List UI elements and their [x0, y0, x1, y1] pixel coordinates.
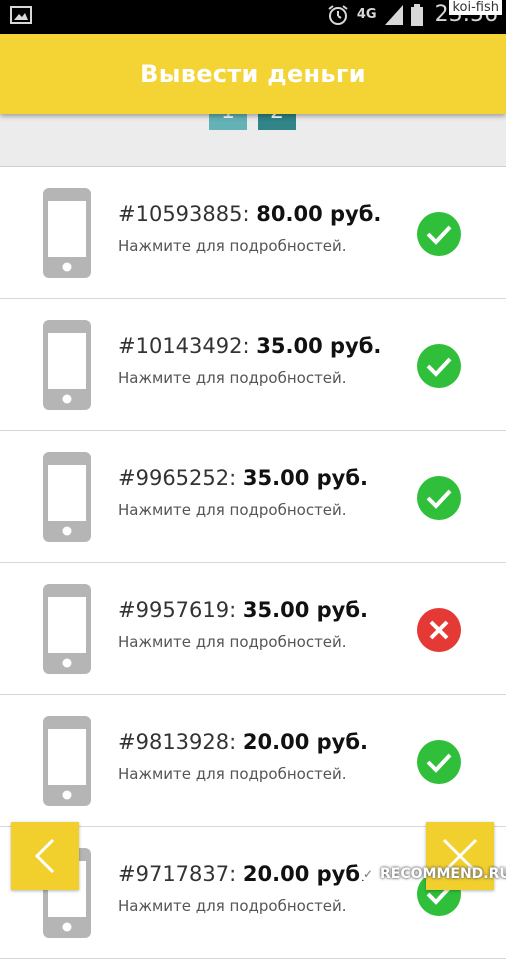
back-button[interactable] — [11, 822, 79, 890]
withdrawal-id: #10143492 — [118, 334, 243, 358]
withdrawal-hint: Нажмите для подробностей. — [118, 765, 347, 783]
withdrawal-title: #9813928: 20.00 руб. — [118, 730, 368, 754]
app-header: Вывести деньги — [0, 34, 506, 114]
network-label: 4G — [356, 7, 377, 22]
watermark-logo-icon: ✓ — [360, 866, 376, 882]
signal-icon — [384, 4, 403, 25]
chevron-left-icon — [34, 838, 55, 874]
withdrawal-amount: 35.00 руб. — [256, 334, 382, 358]
withdrawal-hint: Нажмите для подробностей. — [118, 633, 347, 651]
withdrawal-amount: 35.00 руб. — [242, 598, 368, 622]
withdrawal-amount: 20.00 руб. — [242, 730, 368, 754]
withdrawal-title: #10593885: 80.00 руб. — [118, 202, 382, 226]
watermark-text: RECOMMEND.RU — [380, 866, 506, 882]
phone-icon — [42, 583, 92, 675]
withdrawal-amount: 20.00 руб. — [242, 862, 368, 886]
withdrawal-id: #9813928 — [118, 730, 230, 754]
withdrawal-title: #9717837: 20.00 руб. — [118, 862, 368, 886]
withdrawal-amount: 80.00 руб. — [256, 202, 382, 226]
watermark-top: koi-fish — [449, 0, 502, 15]
withdrawal-id: #9957619 — [118, 598, 230, 622]
phone-icon — [42, 319, 92, 411]
status-bar: 4G 23:56 koi-fish — [0, 0, 506, 34]
checkmark-icon — [416, 211, 462, 257]
withdrawal-hint: Нажмите для подробностей. — [118, 501, 347, 519]
withdrawal-title: #10143492: 35.00 руб. — [118, 334, 382, 358]
phone-icon — [42, 451, 92, 543]
checkmark-icon — [416, 739, 462, 785]
withdrawal-id: #9717837 — [118, 862, 230, 886]
withdrawal-item[interactable]: #9965252: 35.00 руб. Нажмите для подробно… — [0, 431, 506, 563]
withdrawal-title: #9957619: 35.00 руб. — [118, 598, 368, 622]
withdrawal-hint: Нажмите для подробностей. — [118, 237, 347, 255]
withdrawal-title: #9965252: 35.00 руб. — [118, 466, 368, 490]
image-icon — [10, 6, 32, 24]
checkmark-icon — [416, 343, 462, 389]
battery-icon — [410, 3, 423, 26]
error-icon — [416, 607, 462, 653]
phone-icon — [42, 715, 92, 807]
withdrawal-item[interactable]: #10143492: 35.00 руб. Нажмите для подробн… — [0, 299, 506, 431]
checkmark-icon — [416, 475, 462, 521]
withdrawal-id: #10593885 — [118, 202, 243, 226]
withdrawal-item[interactable]: #10593885: 80.00 руб. Нажмите для подробн… — [0, 167, 506, 299]
watermark-bottom: ✓ RECOMMEND.RU — [360, 866, 506, 882]
pagination: 1 2 — [0, 94, 506, 167]
withdrawal-amount: 35.00 руб. — [242, 466, 368, 490]
phone-icon — [42, 187, 92, 279]
page-title: Вывести деньги — [140, 60, 366, 88]
withdrawal-hint: Нажмите для подробностей. — [118, 369, 347, 387]
alarm-icon — [328, 4, 348, 25]
withdrawal-item[interactable]: #9813928: 20.00 руб. Нажмите для подробно… — [0, 695, 506, 827]
withdrawal-item[interactable]: #9957619: 35.00 руб. Нажмите для подробно… — [0, 563, 506, 695]
withdrawal-id: #9965252 — [118, 466, 230, 490]
